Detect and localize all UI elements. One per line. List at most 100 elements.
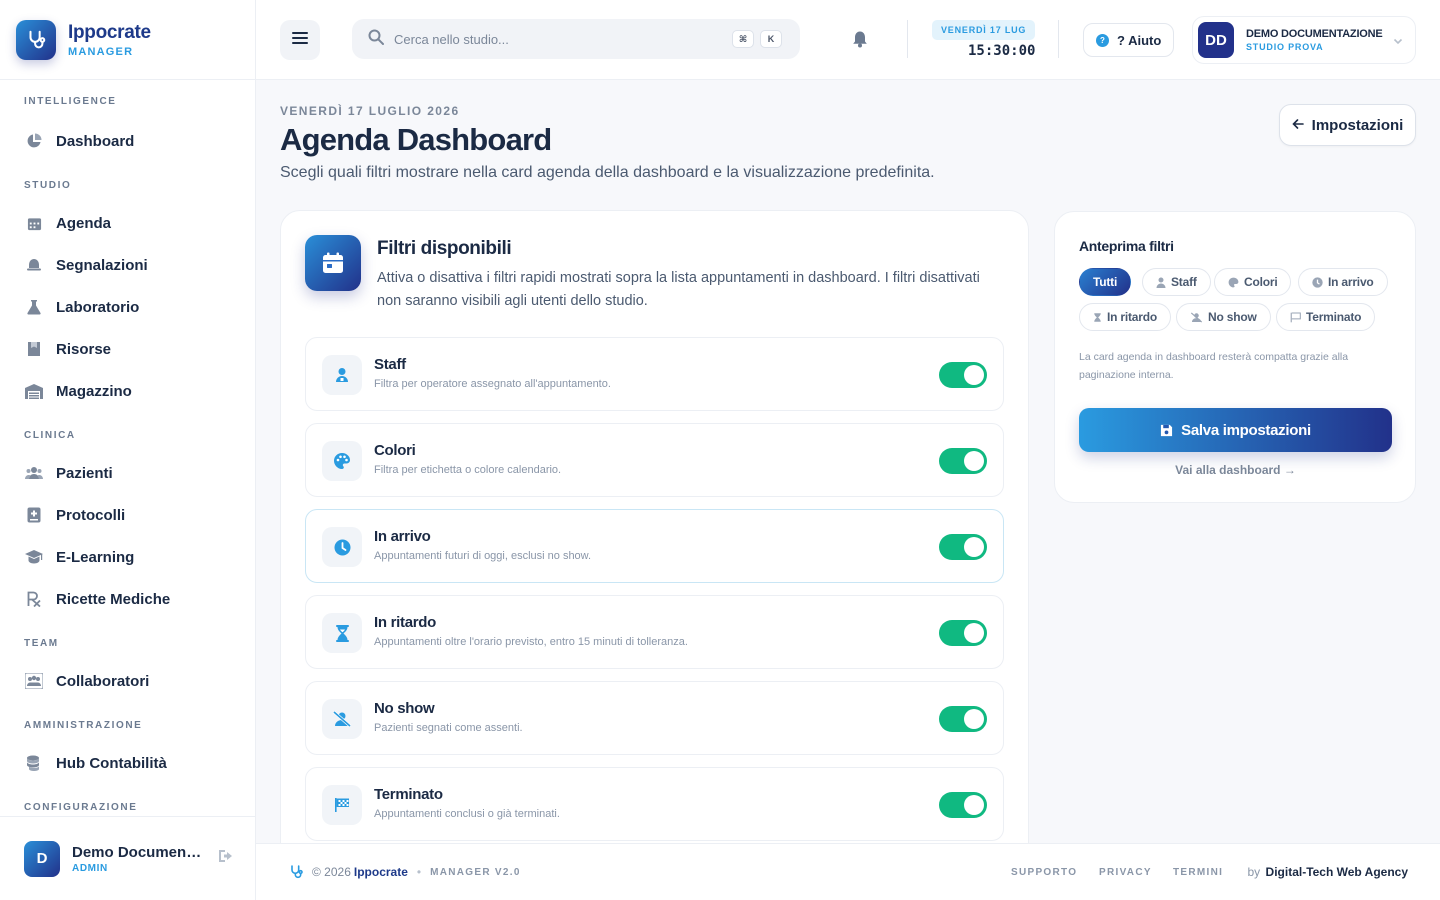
sidebar-item-protocolli[interactable]: Protocolli [0, 494, 255, 536]
sidebar-item-e-learning[interactable]: E-Learning [0, 536, 255, 578]
chip-label: Tutti [1093, 275, 1118, 289]
notifications-bell-icon[interactable] [852, 30, 868, 53]
toggle-knob [964, 709, 984, 729]
sidebar-item-label: E-Learning [56, 548, 135, 566]
sidebar-item-pazienti[interactable]: Pazienti [0, 452, 255, 494]
chip-tutti[interactable]: Tutti [1079, 268, 1132, 296]
staff-icon [322, 355, 362, 395]
save-settings-button[interactable]: Salva impostazioni [1079, 408, 1392, 452]
footer-by: by [1247, 865, 1261, 879]
chip-terminato[interactable]: Terminato [1276, 303, 1376, 331]
toggle-knob [964, 451, 984, 471]
save-label: Salva impostazioni [1181, 421, 1311, 439]
stethoscope-icon [288, 864, 304, 880]
toggle-knob [964, 365, 984, 385]
toggle-knob [964, 795, 984, 815]
sidebar-item-magazzino[interactable]: Magazzino [0, 370, 255, 412]
preview-note: La card agenda in dashboard resterà comp… [1079, 351, 1349, 381]
filter-name: No show [374, 700, 435, 717]
sidebar-item-label: Agenda [56, 214, 112, 232]
preview-title: Anteprima filtri [1079, 238, 1174, 254]
sidebar-item-collaboratori[interactable]: Collaboratori [0, 660, 255, 702]
filter-name: In arrivo [374, 528, 431, 545]
bell-icon [24, 255, 44, 275]
filters-card-description: Attiva o disattiva i filtri rapidi mostr… [377, 270, 980, 309]
filter-row-colori: Colori Filtra per etichetta o colore cal… [305, 423, 1004, 497]
user-studio: STUDIO PROVA [1246, 42, 1324, 52]
topbar: Cerca nello studio... ⌘ K VENERDÌ 17 LUG… [256, 0, 1440, 80]
filter-row-in-ritardo: In ritardo Appuntamenti oltre l'orario p… [305, 595, 1004, 669]
kbd-k: K [760, 30, 782, 48]
help-button[interactable]: ? ? Aiuto [1083, 23, 1175, 57]
filter-name: Colori [374, 442, 416, 459]
kbd-command: ⌘ [732, 30, 754, 48]
footer-link-privacy[interactable]: PRIVACY [1099, 867, 1152, 878]
question-icon: ? [1096, 33, 1109, 47]
footer-brand: © 2026 Ippocrate • MANAGER V2.0 [288, 864, 521, 880]
chip-colori[interactable]: Colori [1214, 268, 1292, 296]
sidebar-nav: INTELLIGENCE Dashboard STUDIO Agenda Seg… [0, 80, 255, 816]
back-to-settings-button[interactable]: Impostazioni [1279, 104, 1416, 146]
team-icon [24, 671, 44, 691]
footer-link-termini[interactable]: TERMINI [1173, 867, 1223, 878]
sidebar-item-label: Collaboratori [56, 672, 150, 690]
brand[interactable]: Ippocrate MANAGER [0, 0, 255, 80]
search-placeholder: Cerca nello studio... [394, 31, 509, 47]
sidebar-item-dashboard[interactable]: Dashboard [0, 120, 255, 162]
go-to-dashboard-link[interactable]: Vai alla dashboard → [1079, 463, 1392, 477]
hourglass-icon [1093, 312, 1102, 323]
filter-description: Appuntamenti oltre l'orario previsto, en… [374, 636, 688, 648]
sidebar-item-laboratorio[interactable]: Laboratorio [0, 286, 255, 328]
filter-toggle-staff[interactable] [939, 362, 987, 388]
sidebar-user-name: Demo Documentazione [72, 843, 204, 861]
filters-card-title: Filtri disponibili [377, 238, 512, 259]
flask-icon [24, 297, 44, 317]
calendar-icon [305, 235, 361, 291]
sidebar-item-ricette-mediche[interactable]: Ricette Mediche [0, 578, 255, 620]
chip-label: In arrivo [1328, 275, 1374, 289]
footer-link-supporto[interactable]: SUPPORTO [1011, 867, 1077, 878]
user-menu[interactable]: DD DEMO DOCUMENTAZIONE STUDIO PROVA [1192, 16, 1416, 64]
sidebar-item-label: Magazzino [56, 382, 132, 400]
coins-icon [24, 753, 44, 773]
sidebar-user-role: ADMIN [72, 862, 108, 874]
footer-brand-name: Ippocrate [353, 865, 408, 879]
logout-icon[interactable] [218, 849, 234, 868]
sidebar-item-risorse[interactable]: Risorse [0, 328, 255, 370]
sidebar-item-label: Ricette Mediche [56, 590, 171, 608]
page-footer: © 2026 Ippocrate • MANAGER V2.0 SUPPORTO… [256, 843, 1440, 900]
sidebar-user[interactable]: D Demo Documentazione ADMIN [0, 816, 255, 900]
chip-in-ritardo[interactable]: In ritardo [1079, 303, 1172, 331]
sidebar-item-segnalazioni[interactable]: Segnalazioni [0, 244, 255, 286]
flag-icon [1290, 312, 1301, 323]
hourglass-icon [322, 613, 362, 653]
filter-description: Filtra per operatore assegnato all'appun… [374, 378, 611, 390]
filter-toggle-in-ritardo[interactable] [939, 620, 987, 646]
brand-name: Ippocrate [68, 21, 151, 43]
filter-name: In ritardo [374, 614, 437, 631]
filter-toggle-in-arrivo[interactable] [939, 534, 987, 560]
search-input[interactable]: Cerca nello studio... ⌘ K [352, 19, 800, 59]
divider [907, 20, 908, 58]
sidebar-item-hub-contabilita[interactable]: Hub Contabilità [0, 742, 255, 784]
nav-section-amministrazione: AMMINISTRAZIONE [24, 720, 143, 731]
pie-chart-icon [24, 131, 44, 151]
filter-row-terminato: Terminato Appuntamenti conclusi o già te… [305, 767, 1004, 841]
filter-toggle-colori[interactable] [939, 448, 987, 474]
staff-icon [1156, 277, 1166, 288]
chip-in-arrivo[interactable]: In arrivo [1298, 268, 1388, 296]
filter-toggle-no-show[interactable] [939, 706, 987, 732]
filter-toggle-terminato[interactable] [939, 792, 987, 818]
footer-agency[interactable]: Digital-Tech Web Agency [1266, 865, 1408, 879]
chip-staff[interactable]: Staff [1142, 268, 1211, 296]
sidebar-item-label: Risorse [56, 340, 112, 358]
menu-button[interactable] [280, 20, 320, 60]
chip-no-show[interactable]: No show [1176, 303, 1271, 331]
chip-label: Colori [1244, 275, 1278, 289]
avatar: D [24, 840, 60, 877]
nav-section-team: TEAM [24, 638, 59, 649]
sidebar-item-agenda[interactable]: Agenda [0, 202, 255, 244]
bookmark-icon [24, 339, 44, 359]
search-icon [368, 29, 384, 50]
filter-description: Pazienti segnati come assenti. [374, 722, 523, 734]
